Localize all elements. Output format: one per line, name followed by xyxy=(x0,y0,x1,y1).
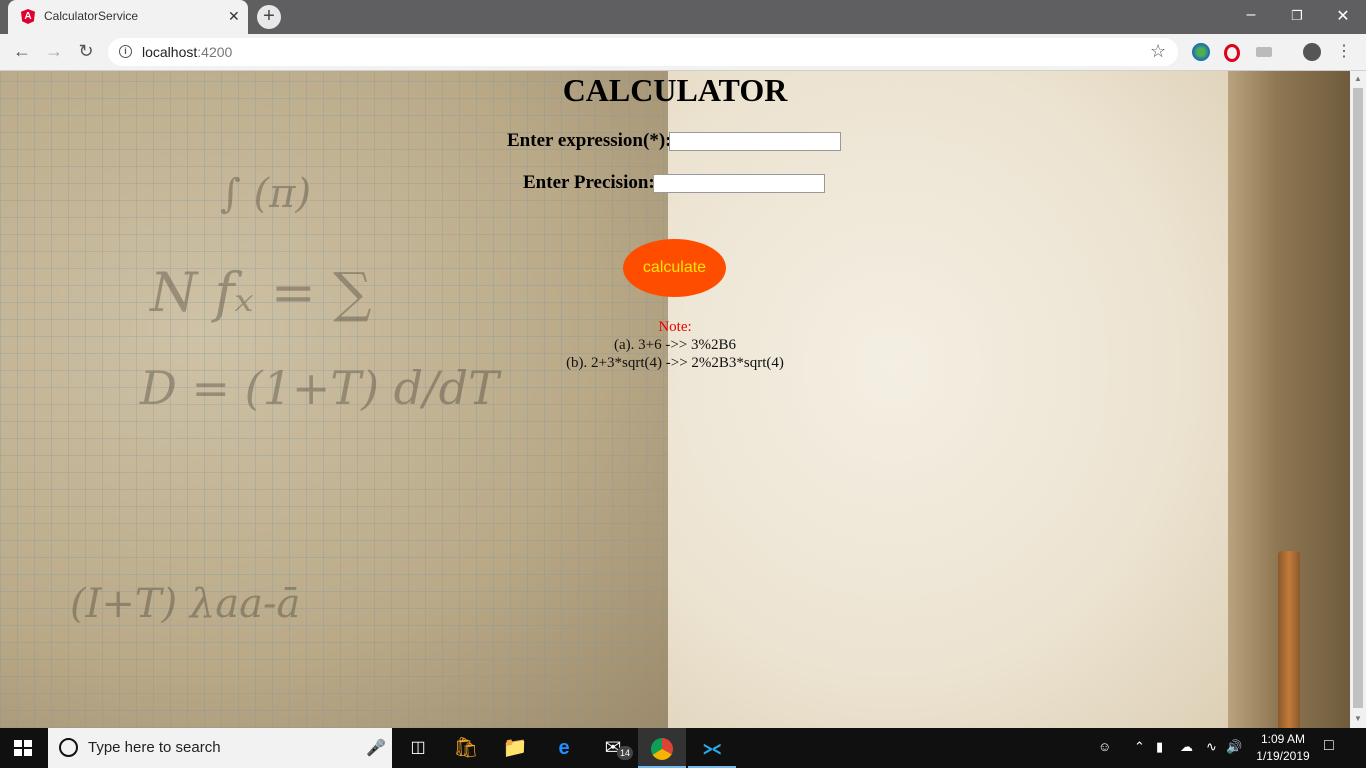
tray-chevron-icon[interactable]: ⌃ xyxy=(1134,739,1145,755)
cortana-icon xyxy=(59,738,78,757)
windows-taskbar: Type here to search 🎤 ◫ 🛍 📁 e ✉ 14 ⪥ ☺ ⌃ … xyxy=(0,728,1366,768)
expression-input[interactable] xyxy=(669,132,841,151)
new-tab-button[interactable]: + xyxy=(257,5,281,29)
reload-icon[interactable]: ↻ xyxy=(74,41,98,62)
clock-date: 1/19/2019 xyxy=(1256,749,1310,763)
calculate-button[interactable]: calculate xyxy=(623,239,726,297)
close-tab-icon[interactable]: ✕ xyxy=(228,8,240,24)
wifi-icon[interactable]: ∿ xyxy=(1206,739,1217,755)
volume-icon[interactable]: 🔊 xyxy=(1226,739,1242,755)
file-explorer-icon[interactable]: 📁 xyxy=(491,728,539,768)
people-icon[interactable]: ☺ xyxy=(1098,739,1111,754)
microphone-icon[interactable]: 🎤 xyxy=(366,738,386,758)
tab-title: CalculatorService xyxy=(44,9,139,23)
page-title: CALCULATOR xyxy=(562,72,788,108)
tab-calculator-service[interactable]: A CalculatorService ✕ xyxy=(8,0,248,34)
note-line: (a). 3+6 ->> 3%2B6 xyxy=(613,337,737,353)
url-text[interactable]: localhost:4200 xyxy=(142,44,232,60)
vscode-icon[interactable]: ⪥ xyxy=(688,728,736,768)
windows-start-icon[interactable] xyxy=(14,740,32,756)
page-viewport: N fₓ = ∑ D = (1+T) d/dT (I+T) λaa-ā ∫ (π… xyxy=(0,71,1350,728)
mail-badge: 14 xyxy=(617,746,634,760)
action-center-icon[interactable]: □ xyxy=(1324,737,1334,755)
forward-icon[interactable]: → xyxy=(42,41,66,62)
scrollbar-thumb[interactable] xyxy=(1353,88,1363,708)
chrome-icon[interactable] xyxy=(638,728,686,768)
angular-icon: A xyxy=(21,9,35,24)
precision-row: Enter Precision: xyxy=(523,172,825,194)
precision-label: Enter Precision: xyxy=(523,172,655,193)
profile-avatar-icon[interactable] xyxy=(1303,43,1321,61)
taskbar-search-box[interactable]: Type here to search 🎤 xyxy=(48,728,392,768)
note-block: Note: (a). 3+6 ->> 3%2B6 (b). 2+3*sqrt(4… xyxy=(0,318,1350,372)
clock-time: 1:09 AM xyxy=(1260,732,1306,746)
close-window-button[interactable]: ✕ xyxy=(1328,6,1358,26)
extension-globe-icon[interactable] xyxy=(1192,43,1210,61)
back-icon[interactable]: ← xyxy=(10,41,34,62)
note-line: (b). 2+3*sqrt(4) ->> 2%2B3*sqrt(4) xyxy=(566,355,784,371)
calculator-app: CALCULATOR Enter expression(*): Enter Pr… xyxy=(0,71,1350,728)
edge-icon[interactable]: e xyxy=(540,728,588,768)
onedrive-icon[interactable]: ☁ xyxy=(1180,739,1193,755)
browser-toolbar: ← → ↻ i localhost:4200 ☆ ⋮ xyxy=(0,34,1366,71)
clock[interactable]: 1:09 AM 1/19/2019 xyxy=(1250,731,1316,765)
expression-row: Enter expression(*): xyxy=(507,130,841,152)
search-placeholder: Type here to search xyxy=(88,739,221,756)
address-bar[interactable]: i localhost:4200 ☆ xyxy=(108,38,1178,66)
scroll-down-icon[interactable]: ▼ xyxy=(1350,714,1366,723)
expression-label: Enter expression(*): xyxy=(507,130,672,151)
bookmark-star-icon[interactable]: ☆ xyxy=(1150,41,1166,62)
task-view-icon[interactable]: ◫ xyxy=(394,728,442,768)
minimize-button[interactable]: – xyxy=(1236,6,1266,24)
tab-strip: A CalculatorService ✕ + – ❐ ✕ xyxy=(0,0,1366,34)
store-icon[interactable]: 🛍 xyxy=(442,728,490,768)
note-label: Note: xyxy=(658,319,692,335)
opera-icon[interactable] xyxy=(1224,44,1240,62)
info-icon[interactable]: i xyxy=(119,45,132,58)
scroll-up-icon[interactable]: ▲ xyxy=(1350,74,1366,83)
precision-input[interactable] xyxy=(653,174,825,193)
extension-gray-icon[interactable] xyxy=(1256,47,1272,57)
battery-icon[interactable]: ▮ xyxy=(1156,739,1163,755)
menu-kebab-icon[interactable]: ⋮ xyxy=(1332,41,1356,61)
restore-button[interactable]: ❐ xyxy=(1282,8,1312,24)
mail-icon[interactable]: ✉ 14 xyxy=(589,728,637,768)
